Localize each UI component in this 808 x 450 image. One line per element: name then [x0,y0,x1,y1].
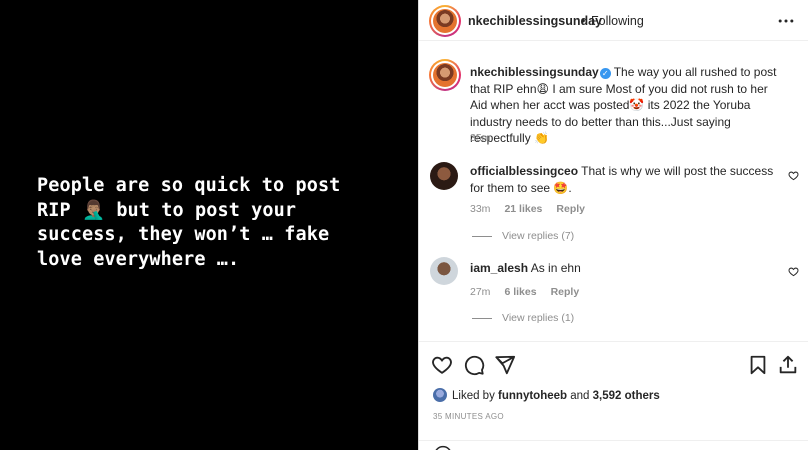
comment-like-heart-icon[interactable] [788,170,799,181]
post-actions: Liked by funnytoheeb and 3,592 others 35… [419,341,808,450]
paper-plane-icon[interactable] [494,354,516,376]
comment-likes[interactable]: 21 likes [504,203,542,215]
comment: iam_alesh As in ehn [470,260,785,277]
liked-by-text: Liked by funnytoheeb and 3,592 others [433,388,660,402]
liker-username[interactable]: funnytoheeb [498,390,567,402]
post-header: nkechiblessingsunday • Following [419,0,808,41]
bookmark-icon[interactable] [747,354,769,376]
caption: nkechiblessingsunday ✓ The way you all rus… [470,64,785,147]
caption-meta: 35m [470,132,504,144]
smile-icon[interactable] [433,445,453,450]
commenter-avatar[interactable] [430,162,458,190]
author-avatar[interactable] [429,5,461,37]
more-horizontal-icon[interactable] [776,11,796,31]
liked-by-prefix: Liked by [452,390,495,402]
reply-button[interactable]: Reply [556,203,585,215]
comment-like-heart-icon[interactable] [788,266,799,277]
reply-button[interactable]: Reply [551,286,580,298]
follow-status-button[interactable]: Following [591,14,644,28]
separator-dot: • [581,14,586,28]
comment-meta: 27m 6 likes Reply [470,286,593,298]
comment: officialblessingceo That is why we will … [470,163,785,196]
likes-count[interactable]: 3,592 others [593,390,660,402]
post-time-ago[interactable]: 35 MINUTES AGO [433,412,504,421]
verified-badge-icon: ✓ [599,68,611,79]
comments-list: nkechiblessingsunday ✓ The way you all rus… [419,41,808,341]
comment-icon[interactable] [463,354,485,376]
view-replies-button[interactable]: View replies (7) [472,230,574,242]
caption-username[interactable]: nkechiblessingsunday [470,65,599,79]
comment-time: 33m [470,203,491,215]
heart-icon[interactable] [431,354,453,376]
comment-meta: 33m 21 likes Reply [470,203,599,215]
caption-time: 35m [470,132,491,144]
commenter-avatar[interactable] [430,257,458,285]
comment-likes[interactable]: 6 likes [504,286,536,298]
share-export-icon[interactable] [777,354,799,376]
comment-username[interactable]: officialblessingceo [470,164,578,178]
story-media[interactable]: People are so quick to post RIP 🤦🏽‍♂️ bu… [0,0,418,450]
comment-time: 27m [470,286,491,298]
liker-avatar[interactable] [433,388,447,402]
view-replies-label: View replies (7) [502,230,575,242]
story-text: People are so quick to post RIP 🤦🏽‍♂️ bu… [37,175,341,270]
caption-avatar[interactable] [429,59,461,91]
add-comment-bar [419,440,808,450]
comment-text: As in ehn [530,261,581,275]
view-replies-button[interactable]: View replies (1) [472,312,574,324]
liked-by-and: and [570,390,590,402]
comment-username[interactable]: iam_alesh [470,261,528,275]
post-panel: nkechiblessingsunday • Following nkechib… [418,0,808,450]
view-replies-label: View replies (1) [502,312,575,324]
